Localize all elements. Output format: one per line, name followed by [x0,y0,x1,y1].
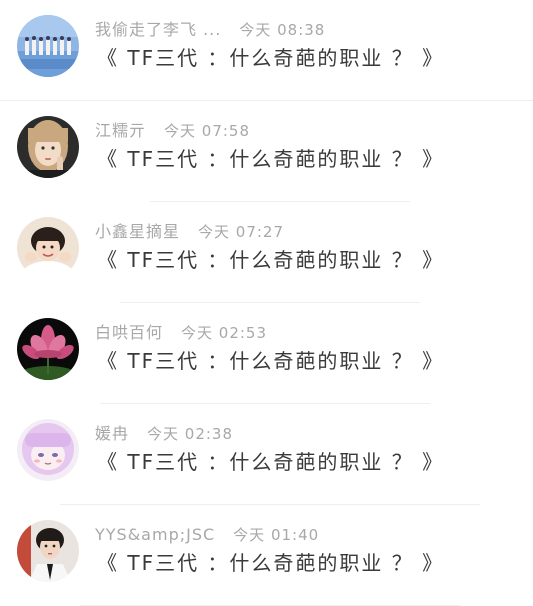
comment-text[interactable]: 《 TF三代 ：什么奇葩的职业 ？ 》 [97,247,444,273]
timestamp: 今天 02:53 [181,324,268,342]
girl-portrait-avatar-icon [17,116,79,178]
avatar[interactable] [17,15,79,77]
timestamp: 今天 07:58 [164,122,251,140]
avatar[interactable] [17,217,79,279]
avatar[interactable] [17,116,79,178]
comment-item[interactable]: 白哄百何 今天 02:53 《 TF三代 ：什么奇葩的职业 ？ 》 [0,303,533,404]
username[interactable]: 白哄百何 [95,323,163,342]
avatar[interactable] [17,520,79,582]
comment-meta: 媛冉 今天 02:38 [95,424,233,444]
comment-item[interactable]: 媛冉 今天 02:38 《 TF三代 ：什么奇葩的职业 ？ 》 [0,404,533,505]
anime-girl-avatar-icon [17,419,79,481]
timestamp: 今天 02:38 [147,425,234,443]
comment-meta: 小鑫星摘星 今天 07:27 [95,222,284,242]
comment-item[interactable]: 江糯亓 今天 07:58 《 TF三代 ：什么奇葩的职业 ？ 》 [0,101,533,202]
comment-meta: 白哄百何 今天 02:53 [95,323,267,343]
comment-list: 我偷走了李飞 ... 今天 08:38 《 TF三代 ：什么奇葩的职业 ？ 》 江… [0,0,533,606]
lotus-flower-avatar-icon [17,318,79,380]
comment-text[interactable]: 《 TF三代 ：什么奇葩的职业 ？ 》 [97,348,444,374]
comment-text[interactable]: 《 TF三代 ：什么奇葩的职业 ？ 》 [97,449,444,475]
comment-meta: 江糯亓 今天 07:58 [95,121,250,141]
comment-text[interactable]: 《 TF三代 ：什么奇葩的职业 ？ 》 [97,146,444,172]
username[interactable]: 媛冉 [95,424,129,443]
boy-portrait-avatar-icon [17,217,79,279]
comment-text[interactable]: 《 TF三代 ：什么奇葩的职业 ？ 》 [97,550,444,576]
comment-text[interactable]: 《 TF三代 ：什么奇葩的职业 ？ 》 [97,45,444,71]
username[interactable]: 江糯亓 [95,121,146,140]
comment-meta: 我偷走了李飞 ... 今天 08:38 [95,20,325,40]
comment-meta: YYS&amp;JSC 今天 01:40 [95,525,319,545]
comment-item[interactable]: 我偷走了李飞 ... 今天 08:38 《 TF三代 ：什么奇葩的职业 ？ 》 [0,0,533,101]
username[interactable]: 小鑫星摘星 [95,222,180,241]
timestamp: 今天 08:38 [239,21,326,39]
avatar[interactable] [17,318,79,380]
timestamp: 今天 01:40 [233,526,320,544]
comment-item[interactable]: YYS&amp;JSC 今天 01:40 《 TF三代 ：什么奇葩的职业 ？ 》 [0,505,533,606]
comment-item[interactable]: 小鑫星摘星 今天 07:27 《 TF三代 ：什么奇葩的职业 ？ 》 [0,202,533,303]
username[interactable]: 我偷走了李飞 ... [95,20,221,39]
landscape-group-avatar-icon [17,15,79,77]
username[interactable]: YYS&amp;JSC [95,525,215,544]
timestamp: 今天 07:27 [198,223,285,241]
young-man-avatar-icon [17,520,79,582]
avatar[interactable] [17,419,79,481]
